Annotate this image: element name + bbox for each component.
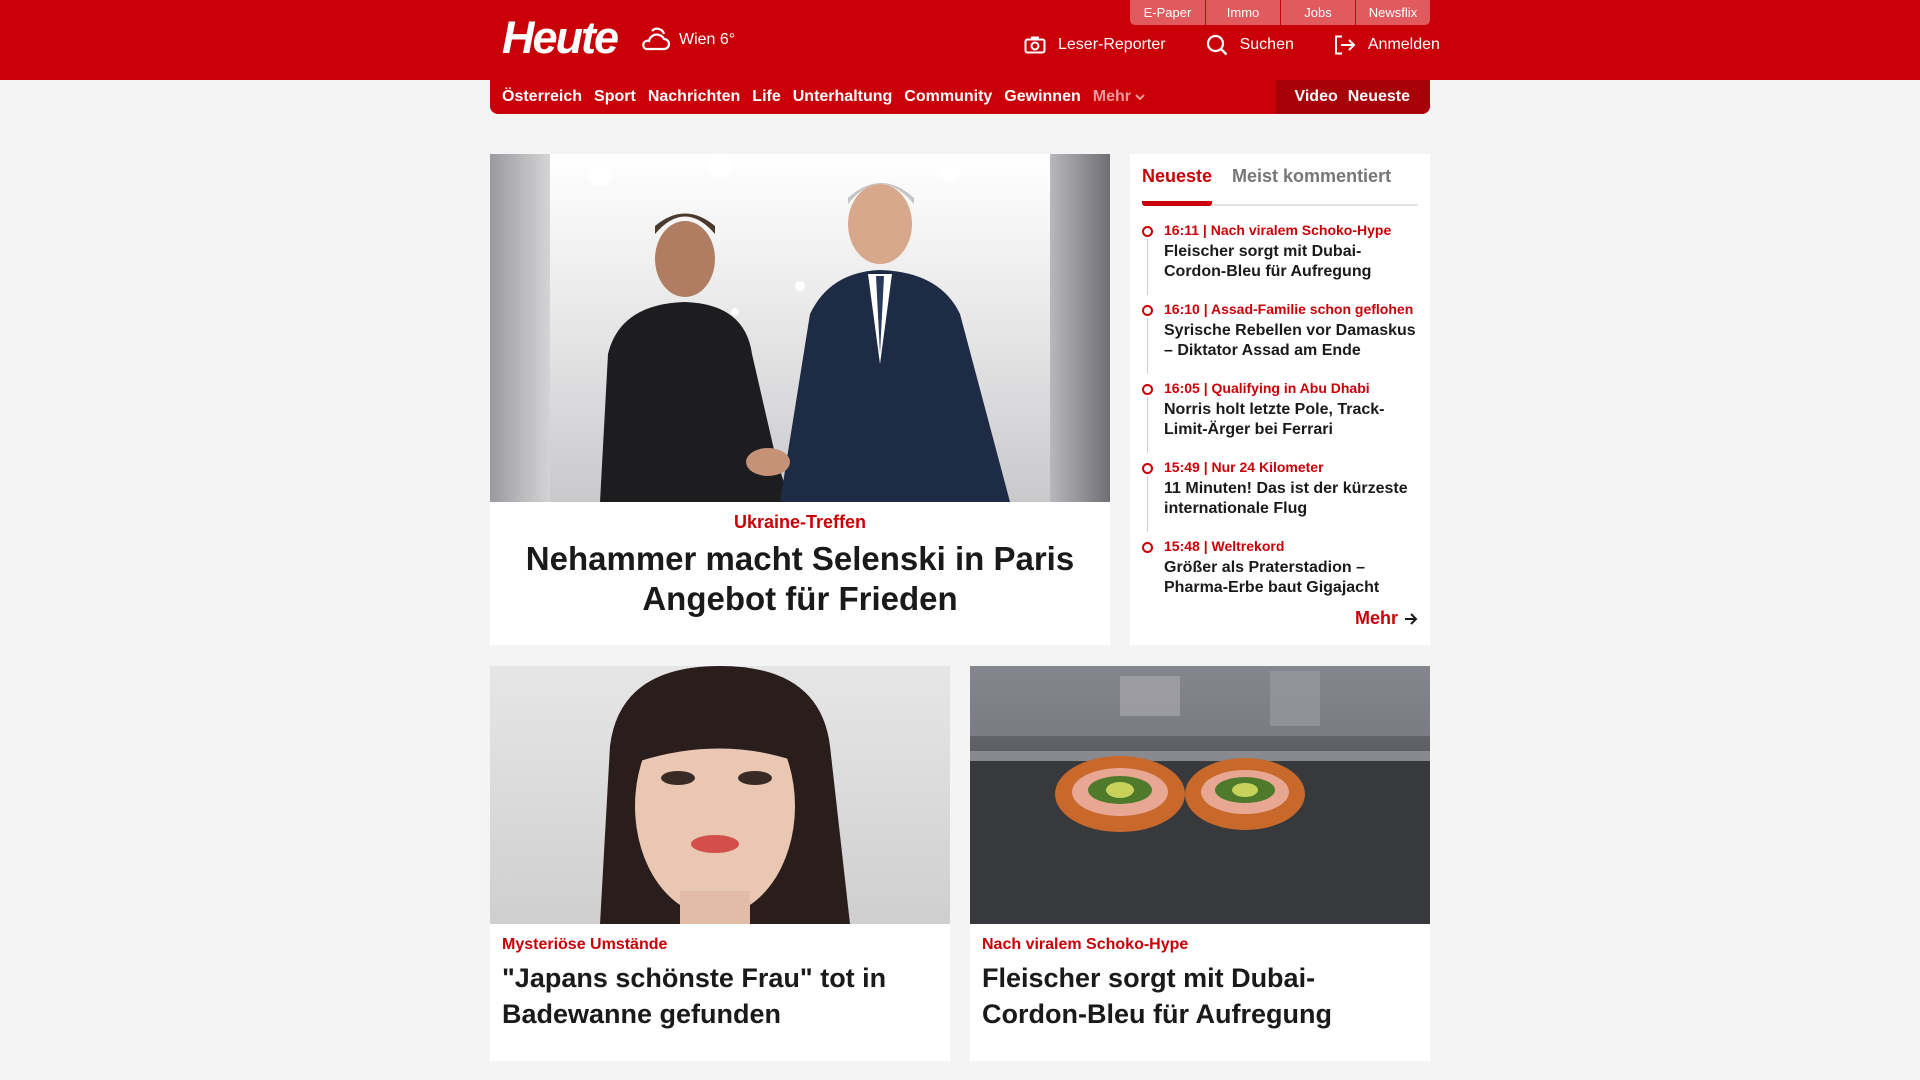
nav-item-community[interactable]: Community [904, 88, 992, 106]
timeline-dot-icon [1142, 542, 1153, 553]
arrow-right-icon [1405, 612, 1418, 625]
hero-image [490, 154, 1110, 502]
timeline-line [1147, 239, 1148, 295]
timeline-line [1147, 397, 1148, 453]
nav-item-nachrichten[interactable]: Nachrichten [648, 88, 740, 106]
timeline-line [1147, 318, 1148, 374]
tab-neueste[interactable]: Neueste [1142, 162, 1213, 206]
timeline-item[interactable]: 16:05 | Qualifying in Abu Dhabi Norris h… [1142, 380, 1418, 459]
leser-reporter-label: Leser-Reporter [1058, 36, 1166, 53]
sidebar-more-label: Mehr [1354, 608, 1398, 628]
hero-kicker: Ukraine-Treffen [733, 512, 867, 532]
sidebar-more-link[interactable]: Mehr [1355, 608, 1418, 629]
article-title[interactable]: "Japans schönste Frau" tot in Badewanne … [502, 960, 938, 1032]
nav-item-video[interactable]: Video [1294, 88, 1337, 106]
topbar-jobs-link[interactable]: Jobs [1280, 0, 1355, 25]
weather-text: Wien 6° [679, 31, 736, 48]
timeline-title[interactable]: Norris holt letzte Pole, Track-Limit-Ärg… [1164, 400, 1418, 440]
leser-reporter-button[interactable]: Leser-Reporter [1024, 36, 1166, 54]
timeline-meta: 16:10 | Assad-Familie schon geflohen [1164, 301, 1414, 317]
cloud-sun-icon [642, 27, 671, 51]
timeline-item[interactable]: 16:10 | Assad-Familie schon geflohen Syr… [1142, 301, 1418, 380]
article-title[interactable]: Fleischer sorgt mit Dubai-Cordon-Bleu fü… [982, 960, 1418, 1032]
site-header: E-Paper Immo Jobs Newsflix Heute Wien 6°… [0, 0, 1920, 80]
timeline-dot-icon [1142, 463, 1153, 474]
topbar-immo-link[interactable]: Immo [1205, 0, 1280, 25]
nav-more-dropdown[interactable]: Mehr [1093, 88, 1145, 106]
timeline-meta: 15:49 | Nur 24 Kilometer [1164, 459, 1324, 475]
topbar-newsflix-link[interactable]: Newsflix [1355, 0, 1430, 25]
article-card[interactable]: Mysteriöse Umstände "Japans schönste Fra… [490, 666, 950, 1061]
nav-item-neueste[interactable]: Neueste [1348, 88, 1410, 106]
timeline-item[interactable]: 15:49 | Nur 24 Kilometer 11 Minuten! Das… [1142, 459, 1418, 538]
latest-news-sidebar: Neueste Meist kommentiert 16:11 | Nach v… [1130, 154, 1430, 645]
chevron-down-icon [1135, 93, 1145, 100]
timeline-title[interactable]: Syrische Rebellen vor Damaskus – Diktato… [1164, 321, 1418, 361]
article-kicker: Nach viralem Schoko-Hype [982, 936, 1189, 953]
timeline-line [1147, 476, 1148, 532]
nav-right-group: Video Neueste [1276, 80, 1430, 114]
sidebar-tabs: Neueste Meist kommentiert [1142, 162, 1418, 206]
main-navigation: Österreich Sport Nachrichten Life Unterh… [490, 80, 1430, 114]
camera-icon [1024, 36, 1046, 54]
search-icon [1206, 34, 1227, 56]
timeline-title[interactable]: 11 Minuten! Das ist der kürzeste interna… [1164, 479, 1418, 519]
hero-article[interactable]: Ukraine-Treffen Nehammer macht Selenski … [490, 154, 1110, 645]
nav-item-unterhaltung[interactable]: Unterhaltung [793, 88, 893, 106]
article-image [490, 666, 950, 924]
timeline-dot-icon [1142, 384, 1153, 395]
article-kicker: Mysteriöse Umstände [502, 936, 668, 953]
timeline-title[interactable]: Fleischer sorgt mit Dubai-Cordon-Bleu fü… [1164, 242, 1418, 282]
hero-text: Ukraine-Treffen Nehammer macht Selenski … [490, 502, 1110, 619]
search-label: Suchen [1239, 36, 1294, 53]
nav-item-oesterreich[interactable]: Österreich [502, 88, 582, 106]
timeline-dot-icon [1142, 226, 1153, 237]
news-timeline: 16:11 | Nach viralem Schoko-Hype Fleisch… [1142, 222, 1418, 617]
nav-item-gewinnen[interactable]: Gewinnen [1004, 88, 1080, 106]
timeline-meta: 16:05 | Qualifying in Abu Dhabi [1164, 380, 1370, 396]
timeline-title[interactable]: Größer als Praterstadion – Pharma-Erbe b… [1164, 558, 1418, 598]
timeline-meta: 16:11 | Nach viralem Schoko-Hype [1164, 222, 1392, 238]
nav-item-sport[interactable]: Sport [594, 88, 636, 106]
header-actions: Leser-Reporter Suchen Anmelden [1024, 34, 1480, 56]
nav-item-life[interactable]: Life [752, 88, 780, 106]
topbar-links: E-Paper Immo Jobs Newsflix [1130, 0, 1430, 25]
article-text: Nach viralem Schoko-Hype Fleischer sorgt… [970, 924, 1430, 1044]
timeline-dot-icon [1142, 305, 1153, 316]
article-image [970, 666, 1430, 924]
timeline-meta: 15:48 | Weltrekord [1164, 538, 1285, 554]
login-icon [1334, 35, 1356, 55]
tab-meist-kommentiert[interactable]: Meist kommentiert [1232, 162, 1391, 204]
login-label: Anmelden [1367, 36, 1440, 53]
login-button[interactable]: Anmelden [1334, 35, 1440, 55]
heute-logo[interactable]: Heute [502, 12, 619, 64]
search-button[interactable]: Suchen [1206, 34, 1294, 56]
topbar-epaper-link[interactable]: E-Paper [1130, 0, 1205, 25]
article-text: Mysteriöse Umstände "Japans schönste Fra… [490, 924, 950, 1044]
hero-title[interactable]: Nehammer macht Selenski in Paris Angebot… [490, 539, 1110, 619]
weather-widget[interactable]: Wien 6° [638, 25, 735, 55]
nav-more-label: Mehr [1092, 88, 1131, 105]
timeline-item[interactable]: 16:11 | Nach viralem Schoko-Hype Fleisch… [1142, 222, 1418, 301]
article-card[interactable]: Nach viralem Schoko-Hype Fleischer sorgt… [970, 666, 1430, 1061]
timeline-item[interactable]: 15:48 | Weltrekord Größer als Praterstad… [1142, 538, 1418, 617]
